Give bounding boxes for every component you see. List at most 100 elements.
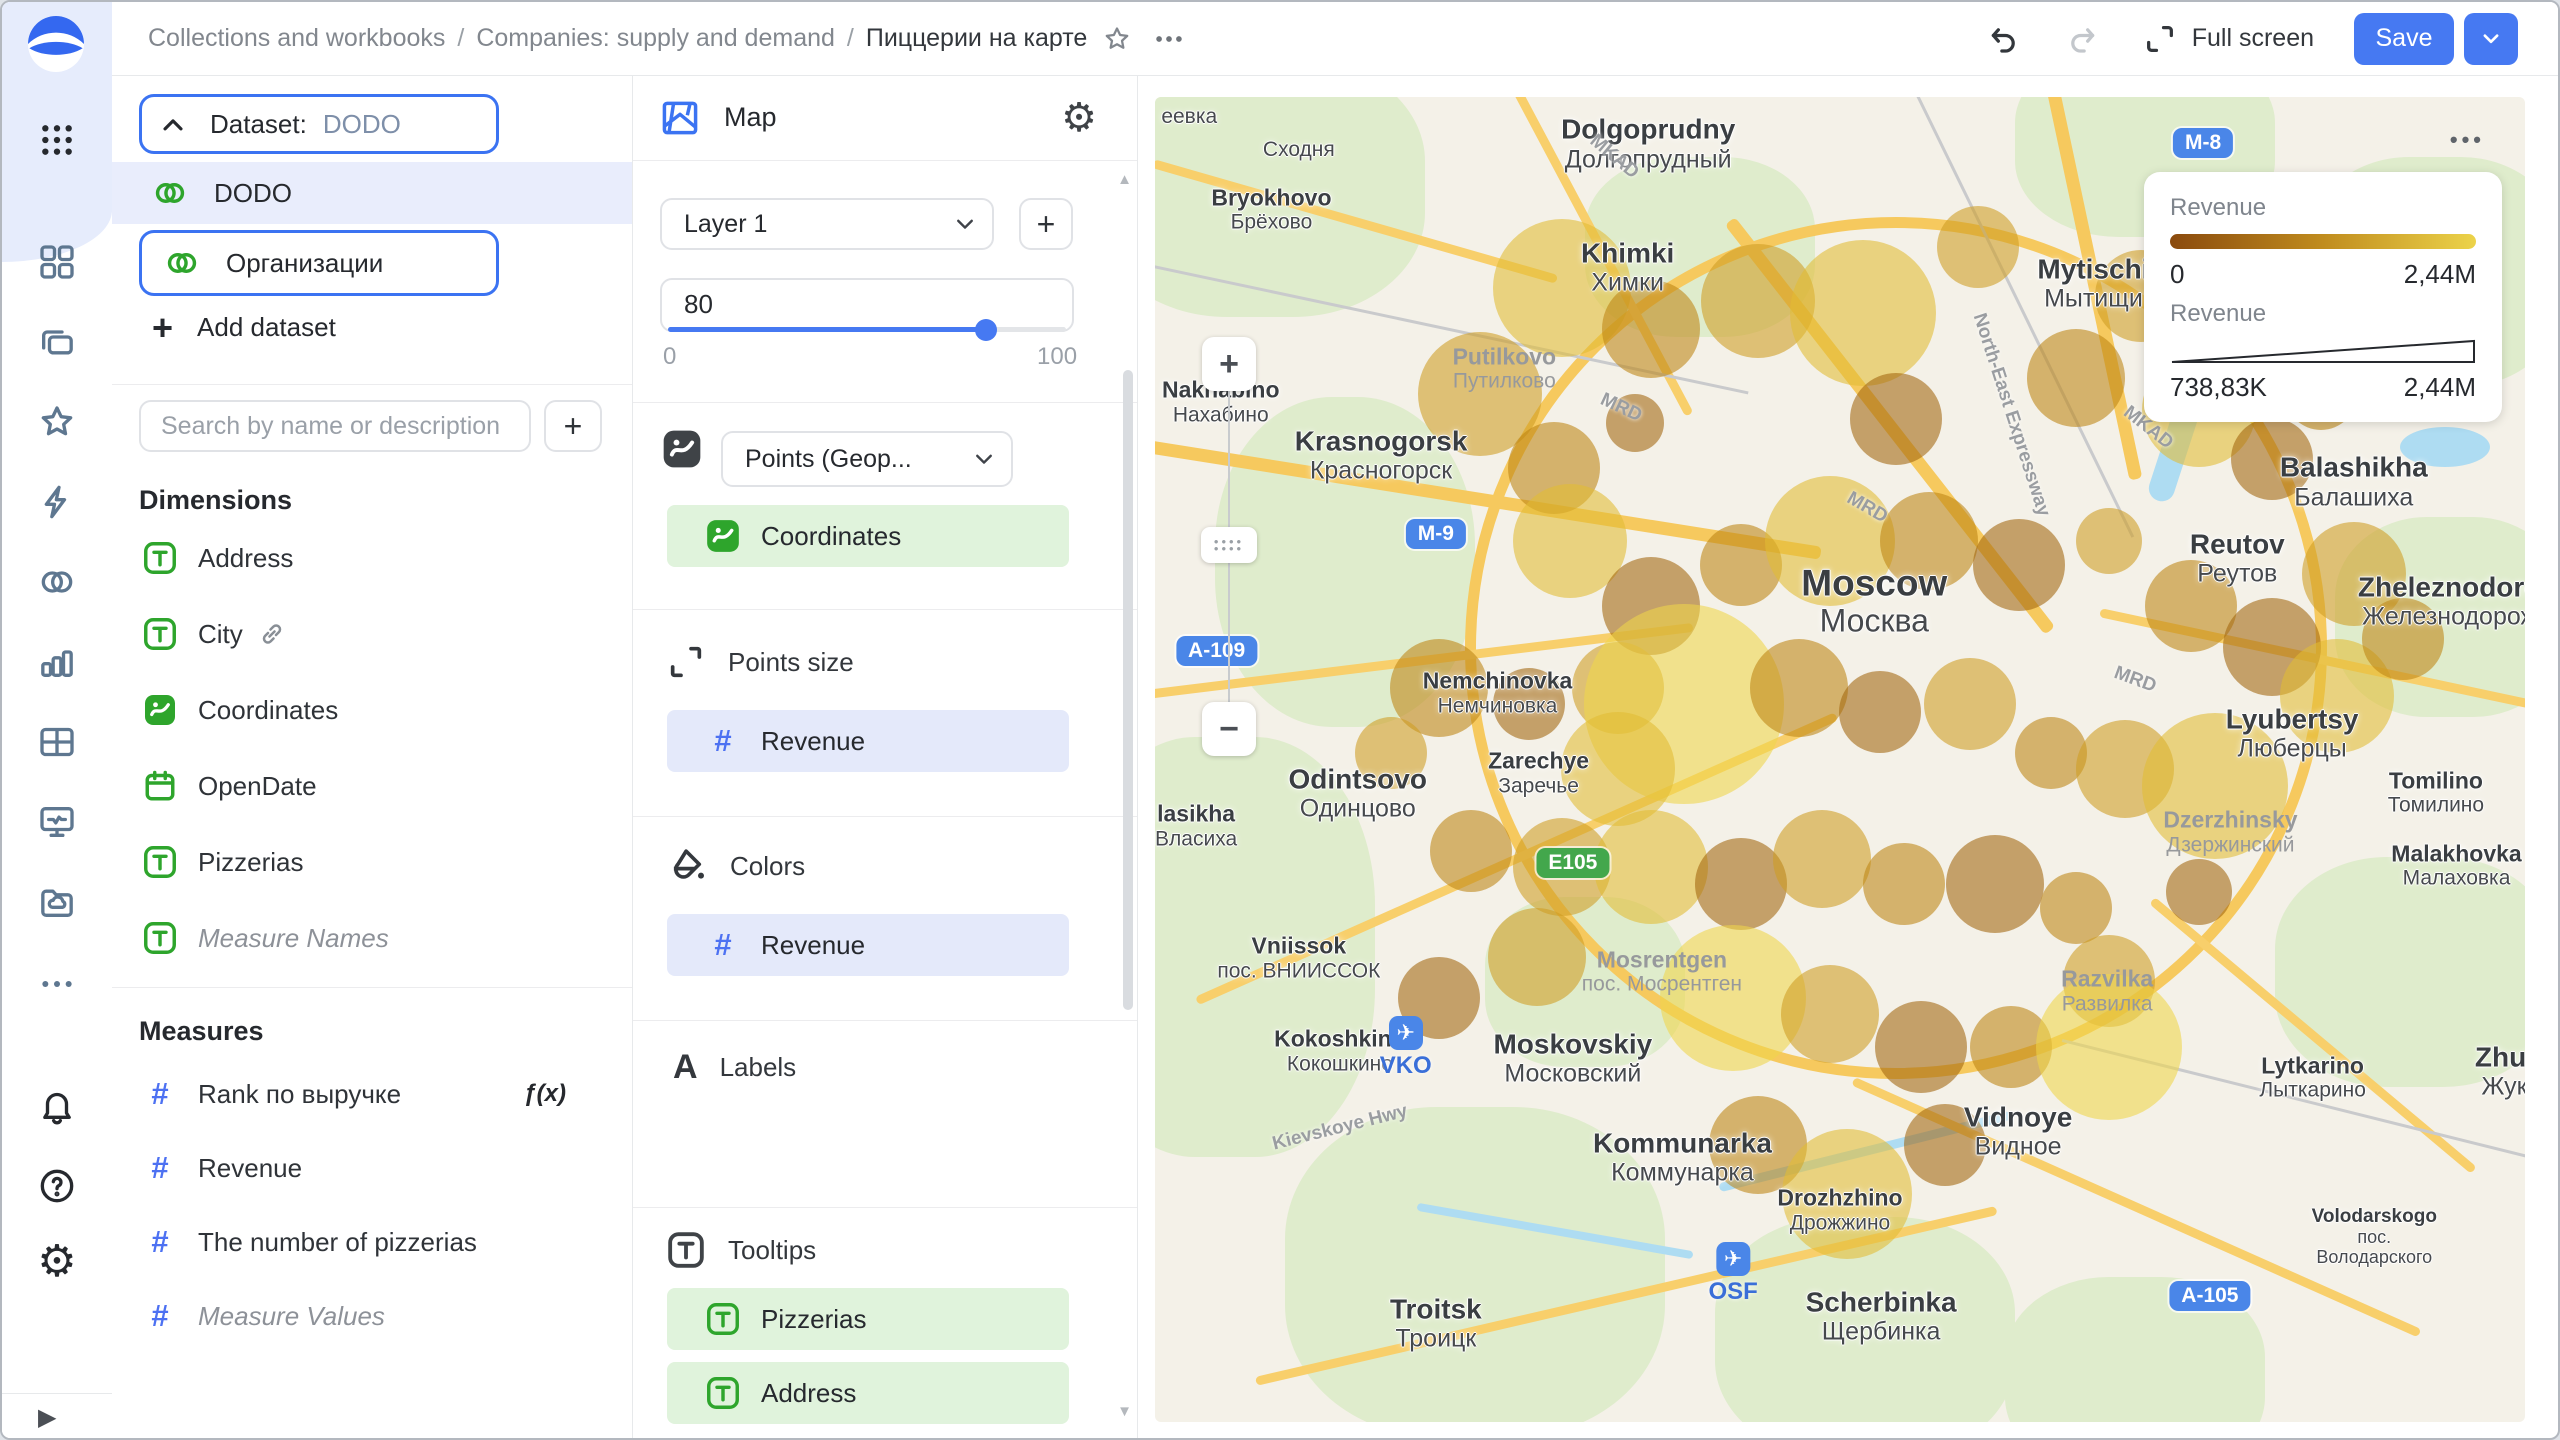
road-badge: A-105 [2169,1281,2251,1312]
colors-field-chip[interactable]: # Revenue [667,914,1069,976]
geotype-select[interactable]: Points (Geop... [721,431,1013,487]
field-label: Coordinates [198,694,339,725]
map-more-icon[interactable]: ••• [2450,127,2485,153]
save-button[interactable]: Save [2354,12,2454,65]
field-type-icon [140,844,180,880]
redo-icon[interactable] [2060,17,2104,61]
favorite-star-icon[interactable] [1095,17,1139,61]
breadcrumb-item[interactable]: Companies: supply and demand [476,24,835,53]
chart-type-label: Map [724,102,777,132]
text-field-icon [703,1301,743,1337]
measure-row[interactable]: # Measure Values [112,1287,632,1345]
opacity-input[interactable] [682,288,776,321]
panel-divider [633,609,1137,610]
add-layer-button[interactable]: + [1019,198,1073,250]
tooltip-field-chip[interactable]: Address [667,1362,1069,1424]
breadcrumb-item[interactable]: Collections and workbooks [148,24,445,53]
breadcrumb-more-icon[interactable] [1147,17,1191,61]
charts-icon[interactable] [2,642,112,682]
dataset-select[interactable]: Dataset: DODO [139,94,499,154]
airport-marker: ✈ VKO [1380,1016,1432,1080]
panel-divider [633,160,1137,161]
dimension-row[interactable]: Address [112,529,632,587]
dimension-row[interactable]: Measure Names [112,909,632,967]
dimension-row[interactable]: Coordinates [112,681,632,739]
field-search-input[interactable] [139,400,531,452]
zoom-in-button[interactable]: + [1202,337,1256,391]
datalens-logo-icon[interactable] [24,12,88,81]
coordinates-field-chip[interactable]: Coordinates [667,505,1069,567]
dimension-row[interactable]: OpenDate [112,757,632,815]
road-badge: A-109 [1176,635,1258,666]
left-nav-rail: ⚙ ▶ [2,2,112,1438]
dataset-icon [152,175,188,211]
airplane-icon: ✈ [1388,1016,1423,1051]
field-chip-label: Address [761,1377,857,1408]
number-field-icon: # [714,927,732,962]
chart-settings-gear-icon[interactable]: ⚙ [1061,95,1097,141]
add-dataset-label: Add dataset [197,312,336,342]
road-badge: M-9 [1405,519,1466,550]
scroll-up-arrow[interactable]: ▲ [1117,171,1132,188]
add-field-button[interactable]: + [544,400,602,452]
dataset-icon [164,245,200,281]
datasets-icon[interactable] [2,562,112,602]
layer-select[interactable]: Layer 1 [660,198,994,250]
dataset-item-dodo[interactable]: DODO [112,162,632,224]
breadcrumb: Collections and workbooks / Companies: sup… [148,24,1087,53]
tooltip-field-chip[interactable]: Pizzerias [667,1288,1069,1350]
legend-size-title: Revenue [2170,300,2267,327]
opacity-slider-handle[interactable] [975,318,998,341]
breadcrumb-separator: / [457,24,465,52]
dimension-row[interactable]: Pizzerias [112,833,632,891]
measure-row[interactable]: # The number of pizzerias [112,1213,632,1271]
points-size-icon [670,646,702,678]
field-type-icon [140,540,180,576]
points-size-field-chip[interactable]: # Revenue [667,710,1069,772]
monitoring-icon[interactable] [2,802,112,842]
measures-title: Measures [139,1016,264,1046]
zoom-out-button[interactable]: − [1202,702,1256,756]
tables-icon[interactable] [2,722,112,762]
field-label: Rank по выручке [198,1078,402,1109]
chevron-down-icon [956,219,974,230]
storage-folder-icon[interactable] [2,882,112,922]
colors-title: Colors [730,850,806,881]
measure-row[interactable]: # Rank по выручке ƒ(x) [112,1065,632,1123]
panel-scrollbar-thumb[interactable] [1123,370,1133,1010]
legend-size-wedge [2171,339,2475,363]
panel-divider [633,1020,1137,1021]
fullscreen-icon[interactable] [2138,17,2182,61]
apps-grid-icon[interactable] [2,120,112,160]
settings-gear-icon[interactable]: ⚙ [2,1240,112,1284]
dashboards-icon[interactable] [2,242,112,282]
field-type-icon: # [151,1150,169,1185]
formula-fx-icon: ƒ(x) [523,1080,566,1107]
opacity-slider[interactable] [668,318,1066,341]
text-field-icon [703,1375,743,1411]
breadcrumb-item[interactable]: Пиццерии на карте [866,24,1087,53]
quick-actions-bolt-icon[interactable] [2,482,112,522]
dimension-row[interactable]: City [112,605,632,663]
measure-row[interactable]: # Revenue [112,1139,632,1197]
dataset-select-label: Dataset: [210,108,307,139]
dataset-item-organizations[interactable]: Организации [139,230,499,296]
notifications-bell-icon[interactable] [2,1086,112,1126]
map-canvas[interactable]: еевка Сходня Bryokhovo Брёхово Dolgoprudny До… [1155,97,2525,1422]
undo-icon[interactable] [1982,17,2026,61]
zoom-slider-handle[interactable]: •••• •••• [1201,527,1257,563]
airport-marker: ✈ OSF [1708,1241,1758,1306]
field-type-icon: # [151,1224,169,1259]
collections-icon[interactable] [2,322,112,362]
save-options-chevron-button[interactable] [2464,12,2518,65]
dataset-select-value: DODO [322,108,401,139]
more-dots-icon[interactable] [2,964,112,1004]
add-dataset-button[interactable]: + Add dataset [152,309,336,345]
map-legend: Revenue 0 2,44M Revenue 738,83K 2,44M [2144,172,2502,422]
fullscreen-label[interactable]: Full screen [2192,24,2314,53]
favorites-star-icon[interactable] [2,402,112,442]
help-icon[interactable] [2,1166,112,1206]
scroll-down-arrow[interactable]: ▼ [1117,1403,1132,1420]
collapse-panel-icon[interactable]: ▶ [38,1403,56,1432]
field-label: Measure Names [198,922,389,953]
